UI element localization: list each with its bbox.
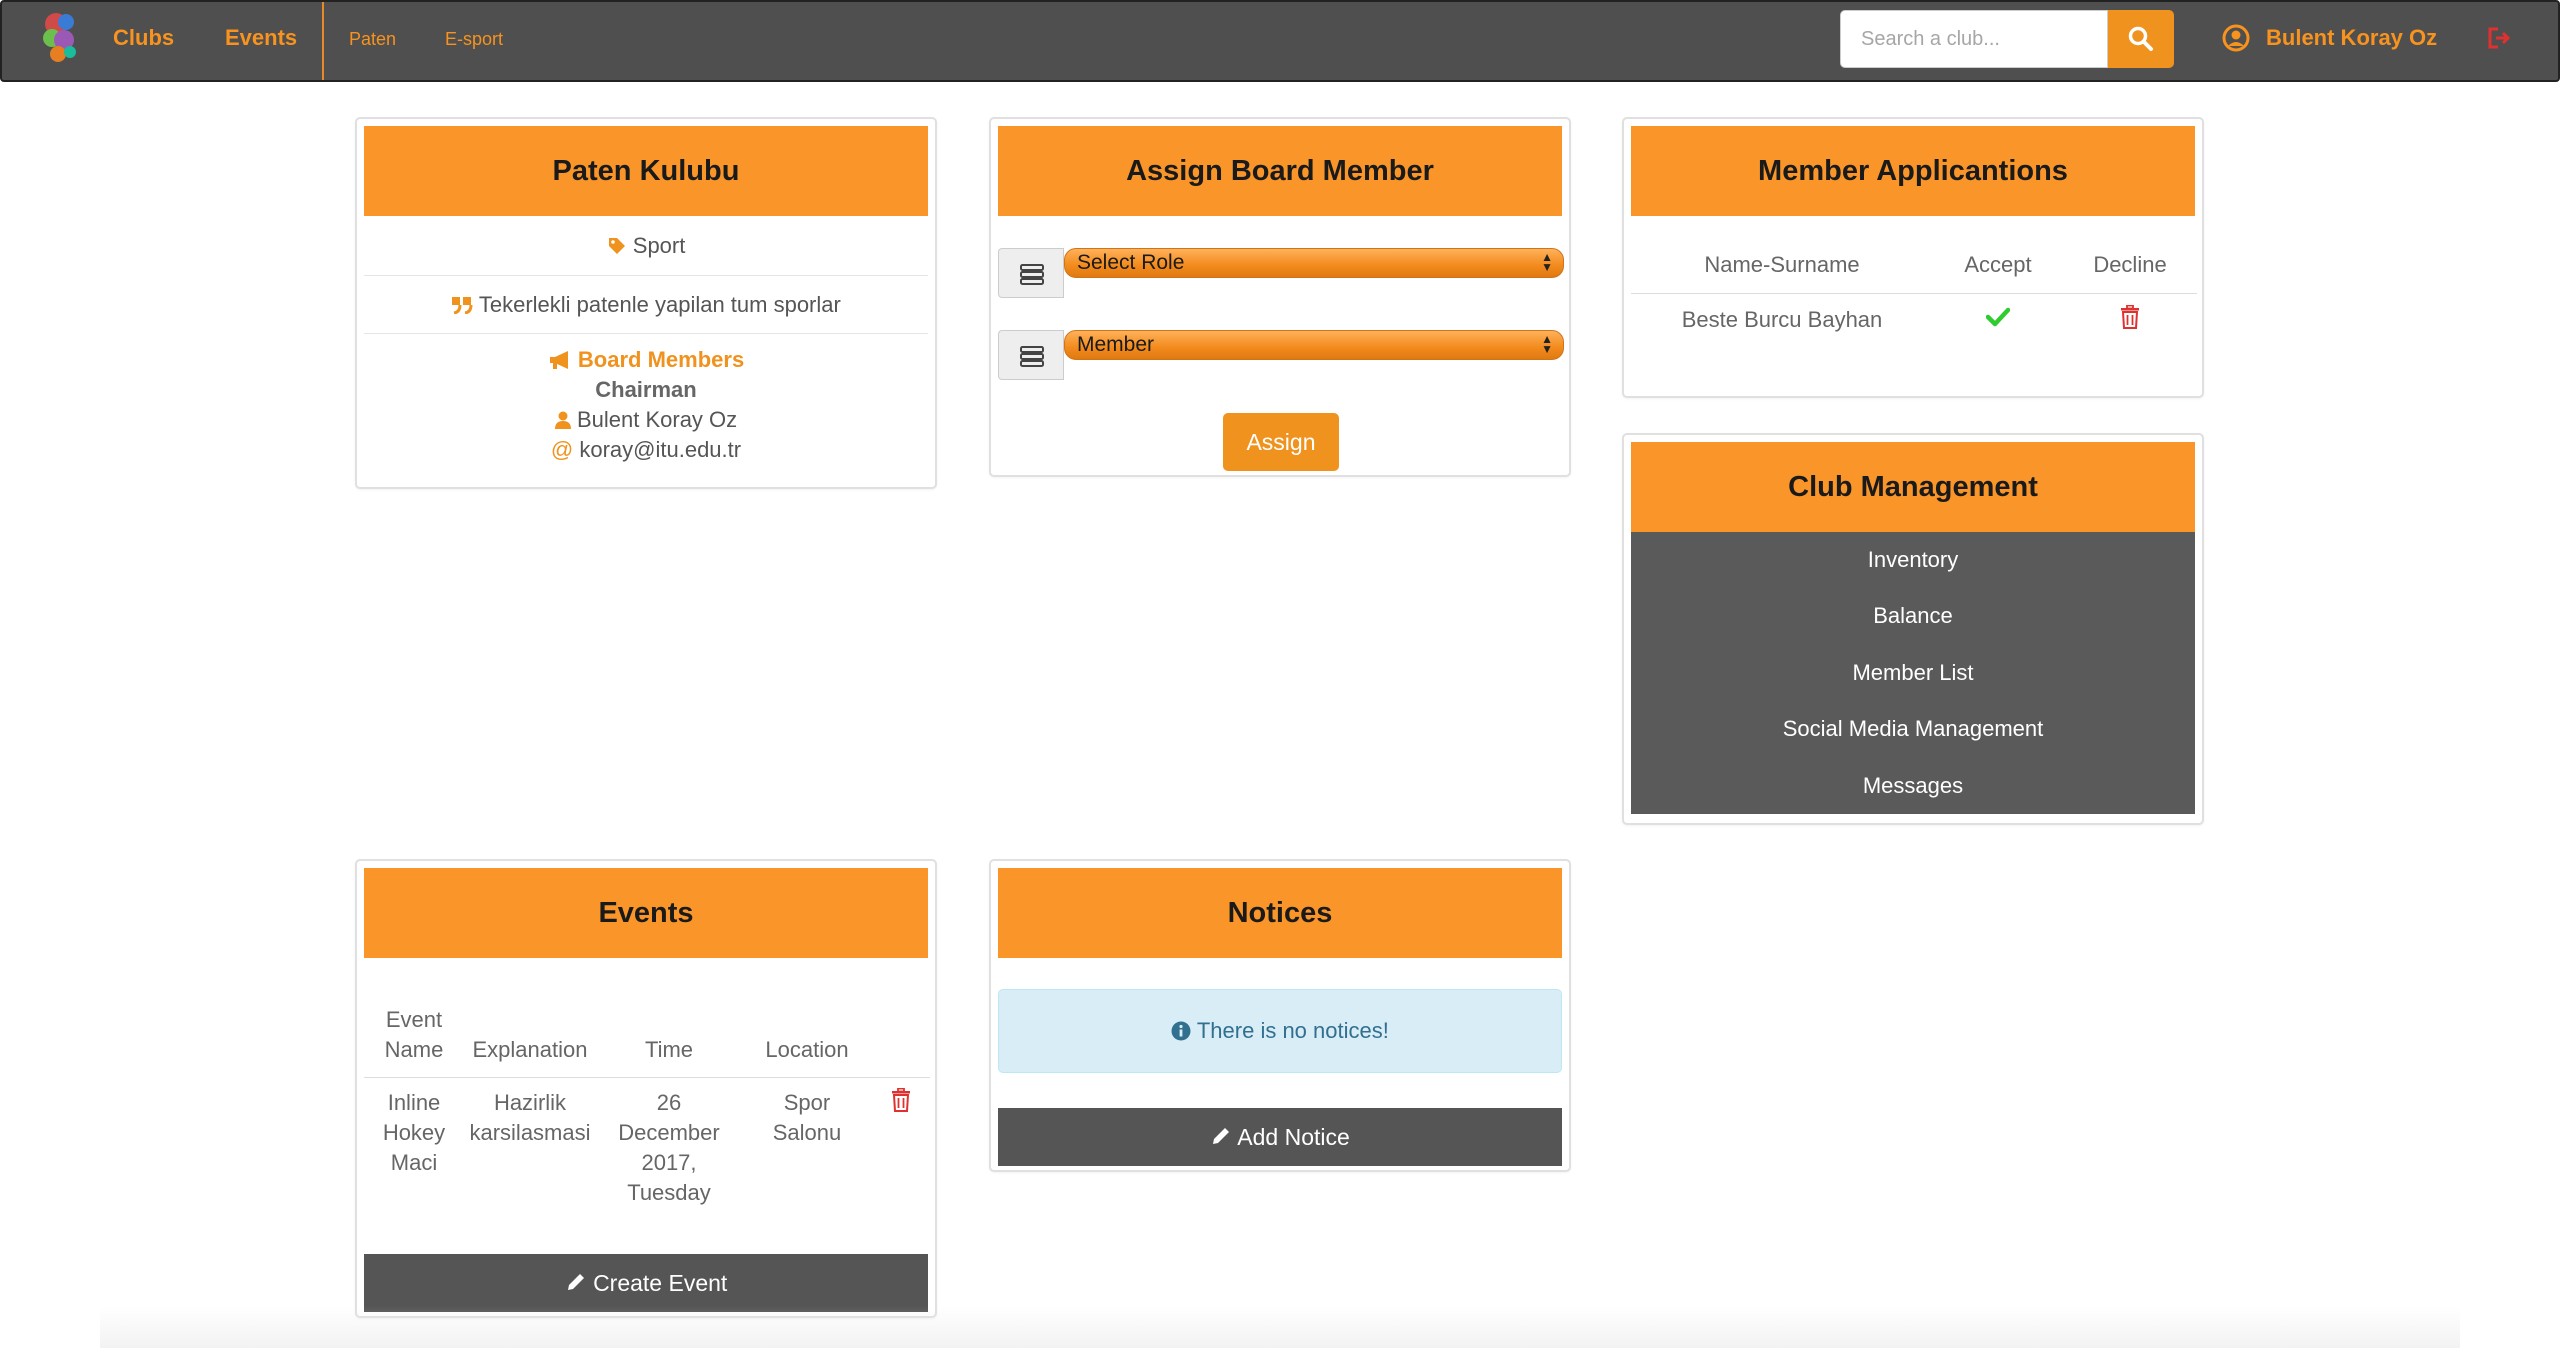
events-table: Event Name Explanation Time Location Inl…	[364, 975, 930, 1208]
nav-events-link[interactable]: Events	[225, 2, 297, 74]
tag-icon	[608, 238, 625, 254]
role-select[interactable]: Select Role ▲ ▼	[1064, 248, 1564, 278]
club-description-row: Tekerlekli patenle yapilan tum sporlar	[364, 276, 928, 334]
notices-title: Notices	[998, 868, 1562, 958]
search-icon	[2128, 26, 2153, 51]
club-management-panel: Club Management Inventory Balance Member…	[1622, 433, 2204, 825]
event-name: Inline Hokey Maci	[382, 1089, 446, 1175]
add-notice-label: Add Notice	[1237, 1124, 1350, 1150]
management-menu: Inventory Balance Member List Social Med…	[1631, 532, 2195, 814]
nav-divider	[322, 2, 324, 80]
menu-item-inventory[interactable]: Inventory	[1631, 532, 2195, 588]
assign-board-panel: Assign Board Member Select Role ▲ ▼ Membe…	[989, 117, 1571, 477]
col-accept: Accept	[1933, 237, 2063, 294]
table-row: Inline Hokey Maci Hazirlik karsilasmasi …	[364, 1077, 930, 1208]
assign-panel-title: Assign Board Member	[998, 126, 1562, 216]
create-event-button[interactable]: Create Event	[364, 1254, 928, 1312]
col-event-name: Event Name	[364, 975, 464, 1078]
select-arrows-icon: ▲ ▼	[1541, 250, 1553, 274]
pencil-icon	[1213, 1128, 1230, 1144]
col-explanation: Explanation	[464, 975, 596, 1078]
notices-panel: Notices There is no notices! Add Notice	[989, 859, 1571, 1172]
management-title: Club Management	[1631, 442, 2195, 532]
club-category: Sport	[632, 233, 686, 258]
role-select-group: Select Role ▲ ▼	[998, 248, 1564, 298]
decline-trash-icon[interactable]	[2120, 304, 2140, 330]
assign-button[interactable]: Assign	[1223, 413, 1339, 471]
club-category-row: Sport	[364, 216, 928, 276]
menu-item-balance[interactable]: Balance	[1631, 588, 2195, 644]
user-circle-icon	[2222, 24, 2250, 52]
add-notice-button[interactable]: Add Notice	[998, 1108, 1562, 1166]
board-member-name: Bulent Koray Oz	[576, 407, 738, 432]
no-notices-text: There is no notices!	[1196, 1018, 1389, 1043]
event-explanation: Hazirlik karsilasmasi	[469, 1089, 591, 1145]
menu-item-member-list[interactable]: Member List	[1631, 645, 2195, 701]
user-name: Bulent Koray Oz	[2266, 25, 2438, 50]
pencil-icon	[567, 1274, 584, 1290]
search-input[interactable]	[1840, 10, 2108, 68]
event-time: 26 December 2017, Tuesday	[618, 1089, 720, 1205]
delete-event-trash-icon[interactable]	[891, 1087, 911, 1112]
member-select-value: Member	[1077, 333, 1155, 356]
board-role: Chairman	[595, 377, 697, 402]
member-select[interactable]: Member ▲ ▼	[1064, 330, 1564, 360]
footer-shadow	[100, 1306, 2460, 1348]
menu-item-messages[interactable]: Messages	[1631, 758, 2195, 814]
club-logo-icon[interactable]	[36, 8, 86, 66]
events-title: Events	[364, 868, 928, 958]
info-icon	[1171, 1021, 1191, 1041]
member-select-group: Member ▲ ▼	[998, 330, 1564, 380]
search-button[interactable]	[2108, 10, 2174, 68]
quote-icon	[452, 297, 473, 315]
applicant-name: Beste Burcu Bayhan	[1681, 307, 1883, 333]
club-info-panel: Paten Kulubu Sport Tekerlekli patenle ya…	[355, 117, 937, 489]
events-panel: Events Event Name Explanation Time Locat…	[355, 859, 937, 1318]
table-row: Beste Burcu Bayhan	[1631, 293, 2197, 347]
role-select-value: Select Role	[1077, 251, 1185, 274]
applications-table: Name-Surname Accept Decline Beste Burcu …	[1631, 237, 2197, 347]
user-icon	[554, 411, 571, 429]
board-members-section: Board Members Chairman Bulent Koray Oz @…	[364, 345, 928, 465]
no-notices-alert: There is no notices!	[998, 989, 1562, 1073]
board-members-title: Board Members	[577, 347, 745, 372]
bullhorn-icon	[549, 351, 568, 369]
nav-clubs-link[interactable]: Clubs	[113, 2, 174, 74]
applications-title: Member Applicantions	[1631, 126, 2195, 216]
user-profile-link[interactable]: Bulent Koray Oz	[2222, 2, 2437, 74]
logout-icon[interactable]	[2486, 26, 2512, 50]
col-location: Location	[742, 975, 872, 1078]
list-icon	[998, 248, 1064, 298]
accept-check-icon[interactable]	[1985, 307, 2011, 327]
club-description: Tekerlekli patenle yapilan tum sporlar	[478, 292, 841, 317]
at-icon: @	[550, 437, 574, 462]
top-navbar: Clubs Events Paten E-sport Bulent Koray …	[0, 0, 2560, 82]
menu-item-social-media[interactable]: Social Media Management	[1631, 701, 2195, 757]
board-member-email: koray@itu.edu.tr	[579, 437, 742, 462]
event-location: Spor Salonu	[772, 1089, 842, 1145]
club-title: Paten Kulubu	[364, 126, 928, 216]
col-decline: Decline	[2063, 237, 2197, 294]
select-arrows-icon: ▲ ▼	[1541, 332, 1553, 356]
nav-sub-esport[interactable]: E-sport	[445, 2, 503, 76]
col-name-surname: Name-Surname	[1631, 237, 1933, 294]
col-time: Time	[596, 975, 742, 1078]
nav-sub-paten[interactable]: Paten	[349, 2, 396, 76]
create-event-label: Create Event	[593, 1270, 728, 1296]
member-applications-panel: Member Applicantions Name-Surname Accept…	[1622, 117, 2204, 398]
list-icon	[998, 330, 1064, 380]
